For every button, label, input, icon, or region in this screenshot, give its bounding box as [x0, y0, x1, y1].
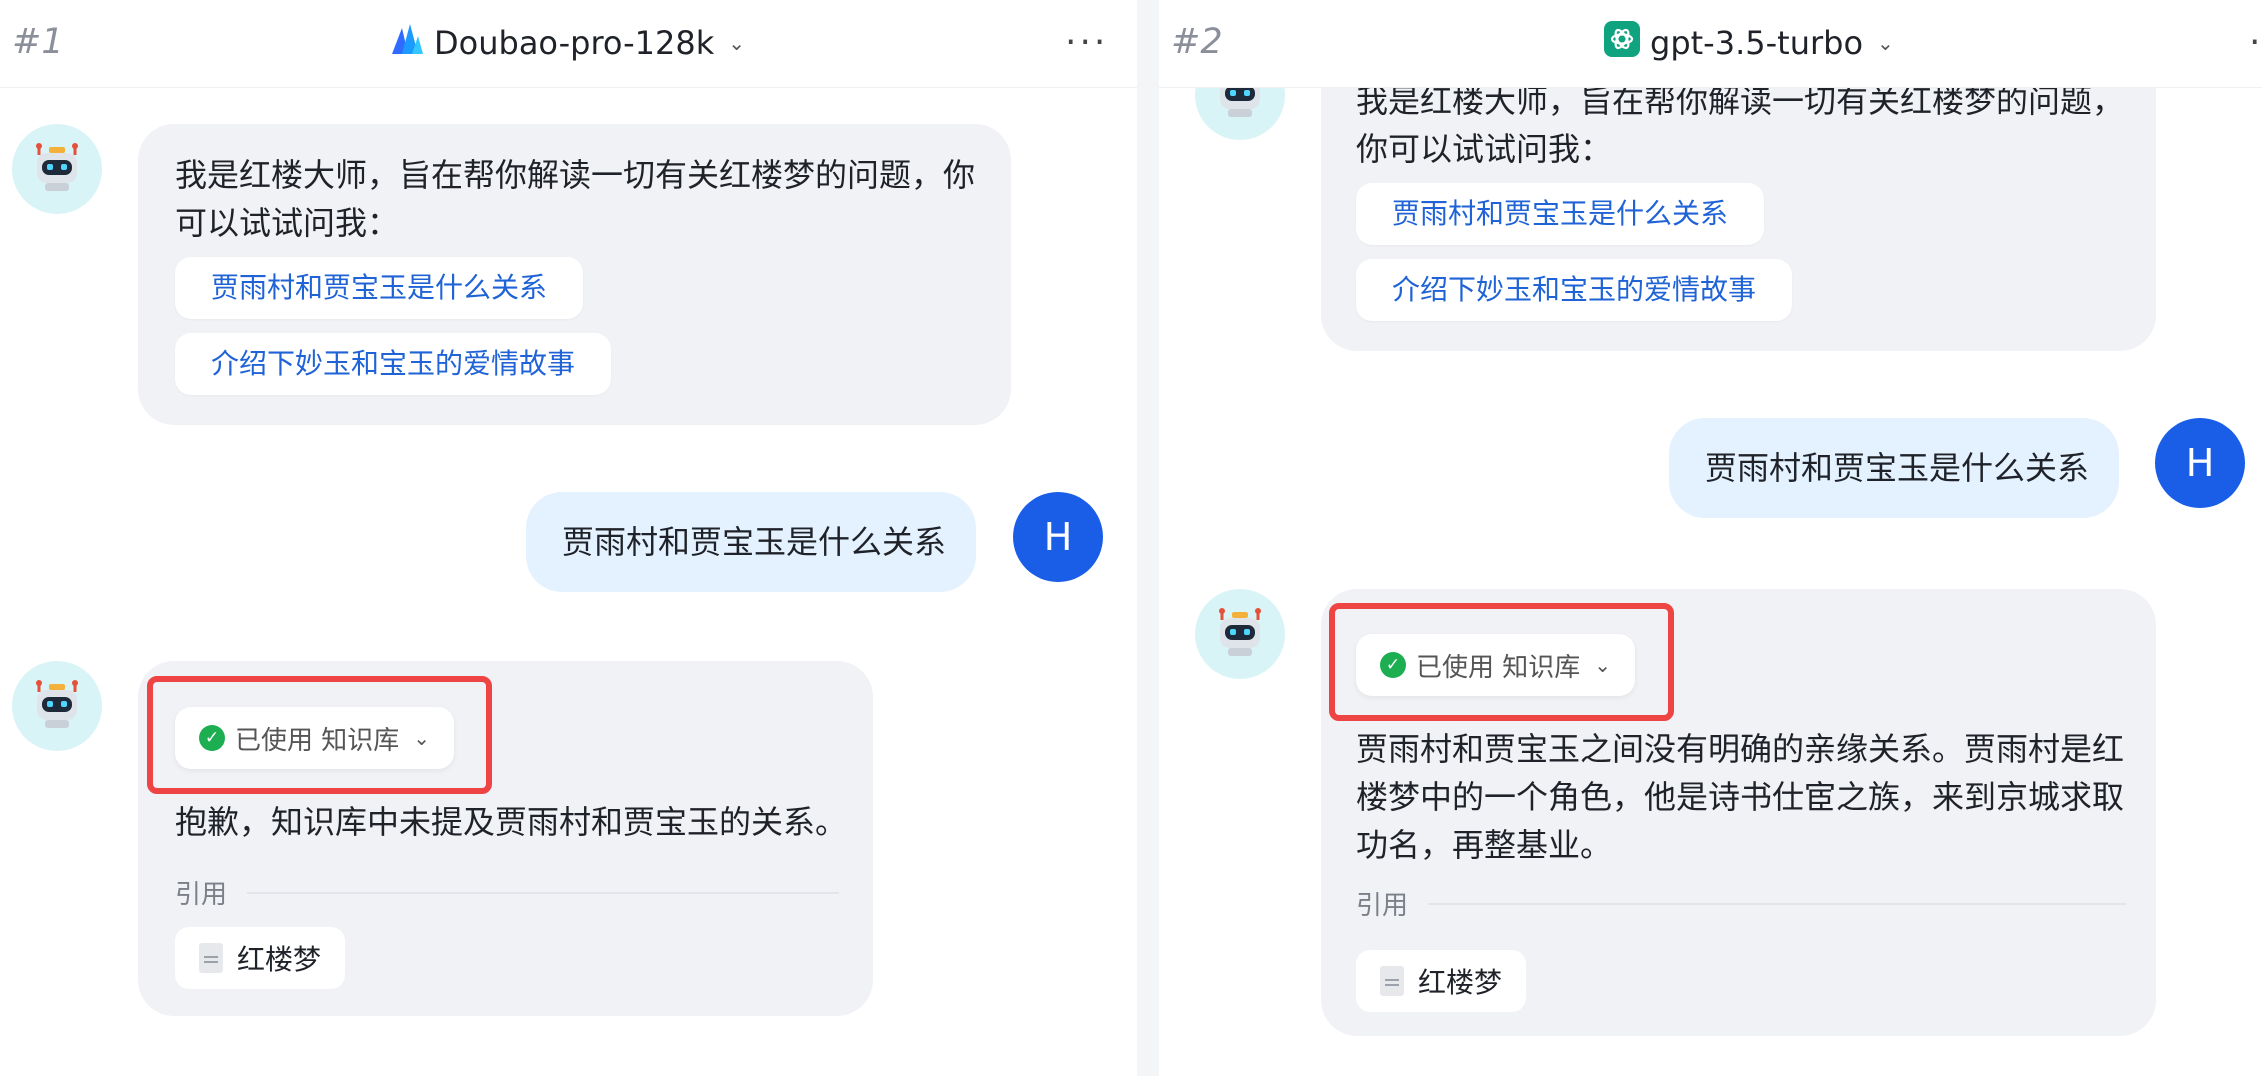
user-message: 贾雨村和贾宝玉是什么关系 — [1669, 418, 2119, 518]
answer-text: 贾雨村和贾宝玉之间没有明确的亲缘关系。贾雨村是红楼梦中的一个角色，他是诗书仕宦之… — [1356, 730, 2125, 864]
bot-answer: ✓ 已使用 知识库 ⌄ 贾雨村和贾宝玉之间没有明确的亲缘关系。贾雨村是红楼梦中的… — [1321, 589, 2156, 1036]
reference-header: 引用 — [175, 874, 839, 911]
knowledge-base-toggle[interactable]: ✓ 已使用 知识库 ⌄ — [175, 707, 455, 769]
model-name: Doubao-pro-128k — [434, 23, 715, 62]
chevron-down-icon: ⌄ — [1877, 30, 1894, 55]
reference-doc[interactable]: 红楼梦 — [1356, 950, 1527, 1012]
reference-doc[interactable]: 红楼梦 — [175, 927, 346, 989]
more-icon[interactable]: ··· — [2249, 20, 2262, 65]
kb-label: 已使用 知识库 — [235, 725, 400, 756]
doubao-logo-icon — [390, 22, 424, 64]
reference-label: 引用 — [1356, 891, 1409, 921]
knowledge-base-toggle[interactable]: ✓ 已使用 知识库 ⌄ — [1356, 634, 1636, 696]
user-message-text: 贾雨村和贾宝玉是什么关系 — [1705, 449, 2090, 487]
suggestion-chip[interactable]: 介绍下妙玉和宝玉的爱情故事 — [175, 333, 612, 395]
panel-divider — [1137, 0, 1159, 1076]
bot-answer: ✓ 已使用 知识库 ⌄ 抱歉，知识库中未提及贾雨村和贾宝玉的关系。 引用 红楼梦 — [138, 661, 873, 1016]
bot-message: 我是红楼大师，旨在帮你解读一切有关红楼梦的问题，你可以试试问我： 贾雨村和贾宝玉… — [1321, 50, 2156, 351]
reference-header: 引用 — [1356, 885, 2126, 922]
robot-icon — [29, 676, 85, 736]
user-message: 贾雨村和贾宝玉是什么关系 — [526, 492, 976, 592]
panel-number: #2 — [1171, 22, 1223, 62]
model-name: gpt-3.5-turbo — [1650, 23, 1864, 62]
panel-number: #1 — [12, 22, 64, 62]
reference-doc-name: 红楼梦 — [1418, 966, 1503, 999]
openai-logo-icon — [1604, 20, 1640, 65]
bot-intro-text: 我是红楼大师，旨在帮你解读一切有关红楼梦的问题，你可以试试问我： — [175, 156, 976, 242]
model-selector[interactable]: gpt-3.5-turbo ⌄ — [1604, 20, 1894, 65]
check-circle-icon: ✓ — [199, 725, 225, 751]
suggestion-chip[interactable]: 贾雨村和贾宝玉是什么关系 — [1356, 183, 1765, 245]
suggestion-chip[interactable]: 介绍下妙玉和宝玉的爱情故事 — [1356, 259, 1793, 321]
document-icon — [1380, 966, 1404, 996]
panel-header: #1 Doubao-pro-128k ⌄ ··· — [0, 0, 1137, 88]
chat-panel-2: #2 gpt-3.5-turbo ⌄ ··· — [1159, 0, 2262, 1076]
suggestion-chip[interactable]: 贾雨村和贾宝玉是什么关系 — [175, 257, 584, 319]
robot-icon — [29, 139, 85, 199]
model-selector[interactable]: Doubao-pro-128k ⌄ — [390, 20, 745, 65]
bot-avatar — [1195, 589, 1285, 679]
user-avatar: H — [1013, 492, 1103, 582]
reference-divider — [1428, 902, 2126, 905]
more-icon[interactable]: ··· — [1065, 20, 1108, 65]
reference-doc-name: 红楼梦 — [237, 943, 322, 976]
chevron-down-icon: ⌄ — [1594, 653, 1612, 677]
bot-message: 我是红楼大师，旨在帮你解读一切有关红楼梦的问题，你可以试试问我： 贾雨村和贾宝玉… — [138, 124, 1011, 425]
user-avatar: H — [2155, 418, 2245, 508]
panel-header: #2 gpt-3.5-turbo ⌄ ··· — [1159, 0, 2262, 88]
kb-label: 已使用 知识库 — [1416, 652, 1581, 683]
user-message-text: 贾雨村和贾宝玉是什么关系 — [562, 523, 947, 561]
chevron-down-icon: ⌄ — [728, 30, 745, 55]
reference-divider — [247, 891, 839, 894]
reference-label: 引用 — [175, 880, 228, 910]
bot-avatar — [12, 661, 102, 751]
bot-avatar — [12, 124, 102, 214]
document-icon — [199, 943, 223, 973]
chat-panel-1: #1 Doubao-pro-128k ⌄ ··· 我是红楼大师，旨在帮你解读一切… — [0, 0, 1137, 1076]
check-circle-icon: ✓ — [1380, 652, 1406, 678]
bot-intro-text: 我是红楼大师，旨在帮你解读一切有关红楼梦的问题，你可以试试问我： — [1356, 82, 2125, 168]
robot-icon — [1212, 604, 1268, 664]
chevron-down-icon: ⌄ — [413, 726, 431, 750]
answer-text: 抱歉，知识库中未提及贾雨村和贾宝玉的关系。 — [175, 803, 848, 841]
